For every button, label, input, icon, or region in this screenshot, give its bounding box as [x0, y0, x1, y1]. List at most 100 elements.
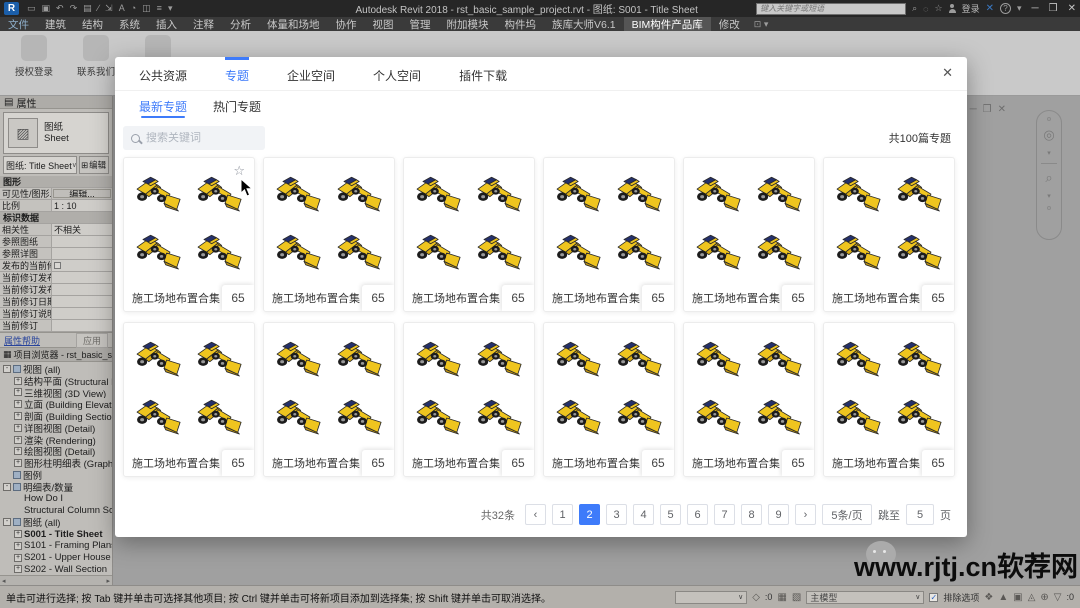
tree-expander-icon[interactable]: +	[14, 412, 22, 421]
zoom-icon[interactable]: ⌕	[1045, 170, 1052, 186]
restore-button[interactable]: ❒	[1049, 3, 1058, 14]
undo-icon[interactable]: ↶	[56, 3, 64, 13]
topic-card[interactable]: 施工场地布置合集 65	[263, 157, 395, 312]
pagination-next-button[interactable]: ›	[795, 504, 816, 525]
tree-expander-icon[interactable]: -	[3, 482, 11, 491]
topic-card[interactable]: 施工场地布置合集 65	[263, 322, 395, 477]
topic-search-input[interactable]	[146, 132, 246, 144]
dialog-tab[interactable]: 专题	[225, 57, 250, 90]
design-options-icon[interactable]: ▧	[792, 592, 801, 603]
main-model-select[interactable]: 主模型 ∨	[806, 590, 925, 604]
tree-item[interactable]: + 剖面 (Building Section)	[0, 410, 112, 422]
topic-card[interactable]: 施工场地布置合集 65 ☆	[123, 157, 255, 312]
tree-expander-icon[interactable]: +	[14, 565, 22, 574]
ribbon-button[interactable]: 联系我们	[72, 35, 120, 95]
tree-item[interactable]: + 绘图视图 (Detail)	[0, 446, 112, 457]
ribbon-tab[interactable]: BIM构件产品库	[623, 17, 711, 31]
dialog-close-icon[interactable]: ✕	[942, 65, 953, 81]
property-value[interactable]	[52, 308, 112, 319]
pagination-page-button[interactable]: 8	[741, 504, 762, 525]
property-value[interactable]	[52, 284, 112, 295]
dialog-tab[interactable]: 个人空间	[373, 57, 421, 90]
browser-hscrollbar[interactable]: ◂ ▸	[0, 575, 112, 585]
press-drag-icon[interactable]: ❖	[984, 592, 993, 603]
tree-item[interactable]: How Do I	[0, 493, 112, 505]
topic-card[interactable]: 施工场地布置合集 65	[403, 322, 535, 477]
tree-item[interactable]: +图形柱明细表 (Graphical	[0, 457, 112, 469]
pagination-page-button[interactable]: 3	[606, 504, 627, 525]
tree-expander-icon[interactable]: +	[14, 447, 22, 456]
steering-wheel-dropdown-icon[interactable]: ▾	[1047, 149, 1051, 157]
worksets-icon[interactable]: ▦	[777, 592, 786, 603]
project-browser-header[interactable]: ▦ 项目浏览器 - rst_basic_sample_pro	[0, 348, 112, 362]
select-pinned-icon[interactable]: ◬	[1028, 592, 1036, 603]
ribbon-tab[interactable]: 构件坞	[497, 17, 545, 31]
tree-item[interactable]: Structural Column Sche	[0, 505, 112, 517]
signin-link[interactable]: 登录	[962, 2, 980, 15]
select-underlay-icon[interactable]: ▣	[1013, 592, 1022, 603]
topic-search-box[interactable]	[123, 126, 265, 150]
design-option-select[interactable]: ∨	[675, 590, 748, 604]
section-icon[interactable]: ◫	[142, 3, 151, 13]
property-value[interactable]	[52, 272, 112, 283]
revit-logo-icon[interactable]: R	[4, 2, 19, 15]
help-dropdown-icon[interactable]: ▾	[1017, 3, 1022, 14]
tree-expander-icon[interactable]: +	[14, 530, 22, 539]
tree-expander-icon[interactable]: +	[14, 376, 22, 385]
tree-item[interactable]: 图例	[0, 469, 112, 481]
dialog-tab[interactable]: 插件下载	[459, 57, 507, 90]
save-icon[interactable]: ▣	[42, 3, 51, 13]
dialog-tab[interactable]: 公共资源	[139, 57, 187, 90]
tree-item[interactable]: + 渲染 (Rendering)	[0, 434, 112, 446]
property-checkbox[interactable]	[54, 262, 61, 269]
tree-item[interactable]: + 详图视图 (Detail)	[0, 422, 112, 434]
pagination-page-button[interactable]: 5	[660, 504, 681, 525]
pagination-prev-button[interactable]: ‹	[525, 504, 546, 525]
ribbon-tab-extra-icon[interactable]: ⊡ ▾	[748, 17, 775, 31]
properties-help-link[interactable]: 属性帮助	[4, 334, 40, 347]
ribbon-tab[interactable]: 修改	[711, 17, 748, 31]
exclude-options-checkbox[interactable]: ✓	[929, 592, 939, 602]
pagination-page-button[interactable]: 1	[552, 504, 573, 525]
tree-expander-icon[interactable]: +	[14, 388, 22, 397]
ribbon-tab[interactable]: 管理	[402, 17, 439, 31]
more-icon[interactable]: ▾	[168, 3, 173, 13]
tree-item[interactable]: + S101 - Framing Plans	[0, 540, 112, 552]
steering-wheel-icon[interactable]: ◎	[1043, 127, 1054, 143]
tree-expander-icon[interactable]: +	[14, 435, 22, 444]
tree-item[interactable]: - 图纸 (all)	[0, 516, 112, 528]
topic-card[interactable]: 施工场地布置合集 65	[543, 322, 675, 477]
property-value[interactable]	[52, 236, 112, 247]
3d-view-icon[interactable]: ◔	[131, 3, 136, 13]
tree-item[interactable]: - 视图 (all)	[0, 363, 112, 375]
ribbon-tab[interactable]: 视图	[365, 17, 402, 31]
ribbon-tab[interactable]: 注释	[185, 17, 222, 31]
tree-item[interactable]: +结构平面 (Structural Plan	[0, 375, 112, 387]
pagination-jump-input[interactable]	[906, 504, 934, 525]
topic-subtab[interactable]: 最新专题	[139, 91, 187, 121]
thin-lines-icon[interactable]: ≡	[157, 3, 162, 13]
apply-button[interactable]: 应用	[75, 332, 108, 348]
edit-type-button[interactable]: ⊞ 编辑	[79, 156, 109, 174]
ribbon-tab[interactable]: 插入	[148, 17, 185, 31]
tree-expander-icon[interactable]: +	[14, 541, 22, 550]
close-button[interactable]: ✕	[1068, 3, 1076, 14]
filter-icon[interactable]: ▽	[1054, 592, 1062, 603]
property-value[interactable]	[52, 260, 112, 271]
infocenter-search-input[interactable]	[756, 2, 907, 15]
tree-expander-icon[interactable]: -	[3, 518, 11, 527]
open-icon[interactable]: ▭	[27, 3, 36, 13]
tree-item[interactable]: +立面 (Building Elevation)	[0, 398, 112, 410]
tree-expander-icon[interactable]: -	[3, 364, 11, 373]
ribbon-tab[interactable]: 文件	[0, 17, 37, 31]
minimize-button[interactable]: ─	[1032, 3, 1039, 14]
topic-card[interactable]: 施工场地布置合集 65	[823, 157, 955, 312]
topic-card[interactable]: 施工场地布置合集 65	[123, 322, 255, 477]
user-icon[interactable]	[948, 4, 956, 13]
search-icon[interactable]: ⌕	[912, 3, 917, 14]
dialog-tab[interactable]: 企业空间	[287, 57, 335, 90]
page-size-select[interactable]: 5条/页	[822, 504, 872, 525]
text-icon[interactable]: A	[119, 3, 125, 13]
print-icon[interactable]: ▤	[83, 3, 92, 13]
property-value[interactable]	[52, 248, 112, 259]
